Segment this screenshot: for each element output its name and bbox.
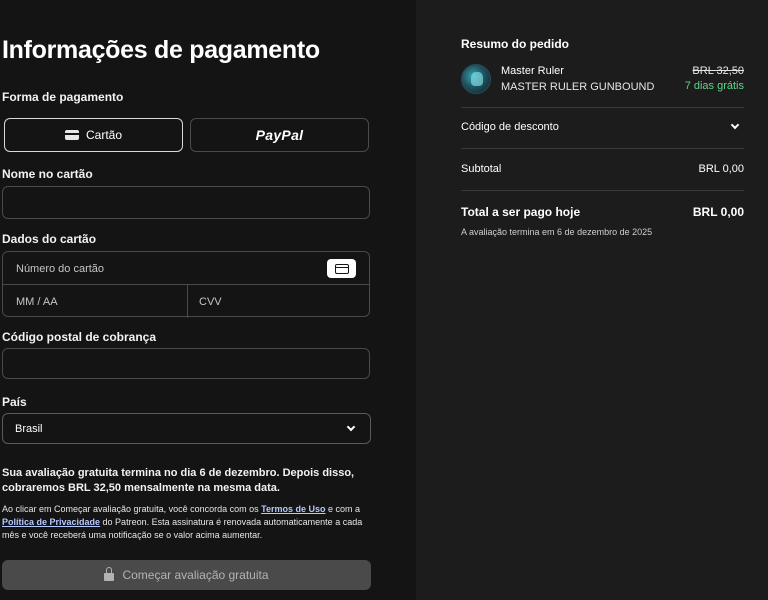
total-row: Total a ser pago hoje BRL 0,00 [461,205,744,219]
card-number-input[interactable] [16,261,316,277]
divider [461,190,744,191]
country-value: Brasil [15,422,43,435]
legal-text: Ao clicar em Começar avaliação gratuita,… [2,503,372,542]
card-field-divider [187,285,188,318]
card-method-label: Cartão [85,128,123,142]
postal-code-input[interactable] [2,348,370,379]
credit-card-icon [64,130,79,140]
subtotal-label: Subtotal [461,163,502,175]
trial-notice: Sua avaliação gratuita termina no dia 6 … [2,467,355,494]
lock-icon [104,567,115,581]
total-label: Total a ser pago hoje [461,205,581,219]
card-details-group [2,251,370,318]
country-select[interactable]: Brasil [2,413,371,444]
order-summary-panel: Resumo do pedido Master Ruler MASTER RUL… [416,0,768,600]
chevron-down-icon [346,422,356,431]
start-trial-label: Começar avaliação gratuita [122,568,269,582]
discount-code-toggle[interactable]: Código de desconto [461,117,744,137]
card-name-input[interactable] [2,186,370,219]
subtotal-value: BRL 0,00 [698,163,744,175]
page-title: Informações de pagamento [2,36,320,64]
divider [461,148,744,149]
original-price: BRL 32,50 [692,65,744,77]
legal-mid: e com a [325,504,360,514]
privacy-link[interactable]: Política de Privacidade [2,517,100,527]
product-tier: MASTER RULER GUNBOUND [501,81,655,93]
order-summary-title: Resumo do pedido [461,37,569,51]
free-trial-badge: 7 dias grátis [684,80,744,92]
terms-link[interactable]: Termos de Uso [261,504,325,514]
cvv-input[interactable] [199,294,349,310]
chevron-down-icon [730,120,740,130]
product-name: Master Ruler [501,65,564,77]
card-brand-icon [327,259,356,278]
start-trial-button[interactable]: Começar avaliação gratuita [2,560,371,590]
postal-code-label: Código postal de cobrança [2,330,157,344]
creator-avatar [461,64,491,94]
expiry-input[interactable] [16,294,176,310]
divider [461,107,744,108]
payment-panel: Informações de pagamento Forma de pagame… [0,0,416,600]
discount-code-label: Código de desconto [461,121,559,133]
country-label: País [2,395,27,409]
trial-end-text: A avaliação termina em 6 de dezembro de … [461,227,653,237]
card-method-button[interactable]: Cartão [4,118,183,152]
subtotal-row: Subtotal BRL 0,00 [461,163,744,175]
card-details-label: Dados do cartão [2,232,97,246]
paypal-method-button[interactable]: PayPal [190,118,369,152]
total-value: BRL 0,00 [692,205,744,219]
card-name-label: Nome no cartão [2,167,93,181]
legal-prefix: Ao clicar em Começar avaliação gratuita,… [2,504,262,514]
payment-method-label: Forma de pagamento [2,90,124,104]
paypal-logo: PayPal [255,127,304,143]
